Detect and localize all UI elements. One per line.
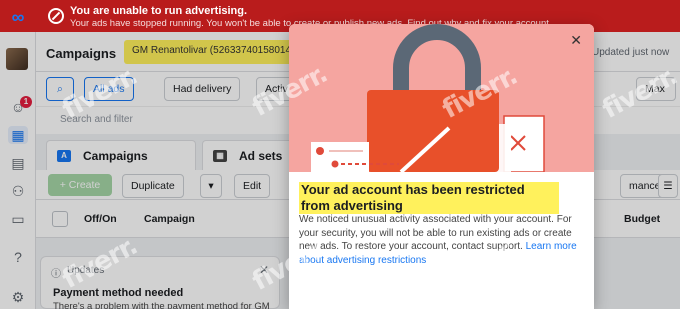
dialog-body: We noticed unusual activity associated w… xyxy=(299,213,584,267)
dialog-title: Your ad account has been restricted from… xyxy=(299,182,559,214)
lock-icon xyxy=(289,24,594,174)
banner-title: You are unable to run advertising. xyxy=(70,5,248,17)
restriction-dialog: ✕ Your ad account has been restricted fr… xyxy=(289,24,594,309)
lock-illustration: ✕ xyxy=(289,24,594,174)
meta-logo-icon[interactable]: ∞ xyxy=(6,8,30,26)
close-icon[interactable]: ✕ xyxy=(570,32,582,49)
blocked-icon xyxy=(48,8,64,24)
